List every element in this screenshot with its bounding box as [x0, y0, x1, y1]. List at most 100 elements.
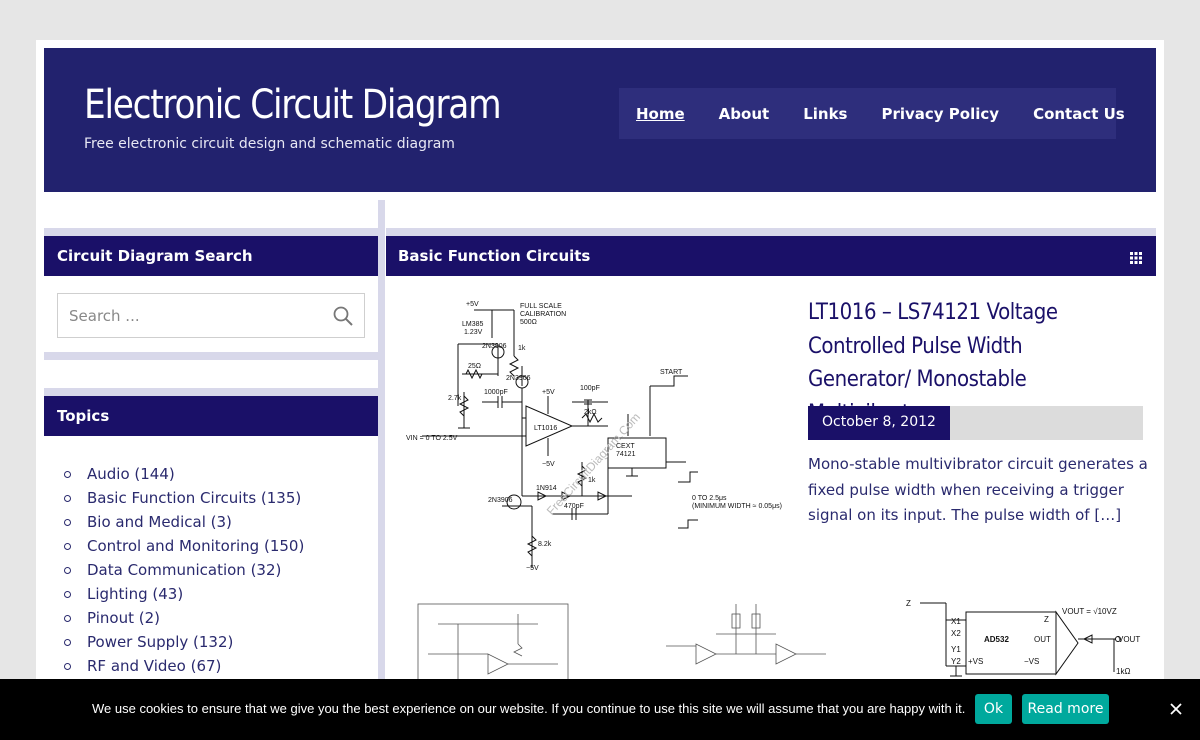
bullet-icon	[64, 590, 71, 598]
cookie-banner: We use cookies to ensure that we give yo…	[0, 679, 1200, 740]
post-thumbnail[interactable]: +5V LM385 1.23V FULL SCALE CALIBRATION 5…	[402, 296, 786, 574]
topic-item[interactable]: Data Communication (32)	[64, 558, 304, 582]
topic-link[interactable]: Basic Function Circuits (135)	[87, 489, 301, 507]
schematic-label: 2N3906	[506, 375, 531, 382]
schematic-label: 2.7k	[448, 395, 462, 402]
schematic-label: +VS	[968, 657, 983, 666]
topic-link[interactable]: Control and Monitoring (150)	[87, 537, 304, 555]
schematic-label: 2kΩ	[584, 409, 597, 416]
schematic-label: 2N3906	[482, 343, 507, 350]
topic-item[interactable]: Lighting (43)	[64, 582, 304, 606]
bullet-icon	[64, 638, 71, 646]
bullet-icon	[64, 566, 71, 574]
schematic-label: Z	[906, 599, 911, 608]
search-input[interactable]	[58, 294, 313, 337]
schematic-label: FULL SCALE	[520, 303, 562, 310]
schematic-label: X2	[951, 629, 961, 638]
section-title-text: Basic Function Circuits	[398, 247, 591, 265]
search-icon[interactable]	[332, 305, 354, 327]
nav-item-about[interactable]: About	[719, 105, 770, 123]
schematic-label: (MINIMUM WIDTH ≈ 0.05μs)	[692, 503, 782, 510]
topic-link[interactable]: Lighting (43)	[87, 585, 183, 603]
bullet-icon	[64, 662, 71, 670]
schematic-label: +5V	[542, 389, 555, 396]
schematic-label: −5V	[526, 565, 539, 572]
topic-item[interactable]: Audio (144)	[64, 462, 304, 486]
schematic-label: Y2	[951, 657, 961, 666]
schematic-label: 74121	[616, 451, 636, 458]
search-widget-title: Circuit Diagram Search	[44, 236, 378, 276]
bullet-icon	[64, 614, 71, 622]
grid-view-icon[interactable]	[1130, 250, 1142, 268]
topics-widget-title: Topics	[44, 396, 378, 436]
topic-link[interactable]: Power Supply (132)	[87, 633, 233, 651]
schematic-label: 100pF	[580, 385, 600, 392]
topic-item[interactable]: Control and Monitoring (150)	[64, 534, 304, 558]
bullet-icon	[64, 494, 71, 502]
schematic-label: 470pF	[564, 503, 584, 510]
schematic-label: CALIBRATION	[520, 311, 566, 318]
topic-item[interactable]: Power Supply (132)	[64, 630, 304, 654]
schematic-label: 1N914	[536, 485, 557, 492]
schematic-label: Z	[1044, 615, 1049, 624]
schematic-label: +5V	[466, 301, 479, 308]
schematic-label: AD532	[984, 635, 1009, 644]
schematic-label: −VS	[1024, 657, 1039, 666]
cookie-ok-button[interactable]: Ok	[975, 694, 1012, 724]
bullet-icon	[64, 542, 71, 550]
post-date[interactable]: October 8, 2012	[808, 406, 950, 440]
schematic-label: OUT	[1034, 635, 1051, 644]
topic-item[interactable]: Pinout (2)	[64, 606, 304, 630]
schematic-label: VOUT	[1118, 635, 1140, 644]
schematic-label: 1.23V	[464, 329, 483, 336]
post-excerpt: Mono-stable multivibrator circuit genera…	[808, 455, 1148, 524]
widget-separator	[44, 388, 378, 396]
schematic-label: Y1	[951, 645, 961, 654]
topic-link[interactable]: Pinout (2)	[87, 609, 160, 627]
cookie-message: We use cookies to ensure that we give yo…	[92, 701, 966, 716]
topic-item[interactable]: Bio and Medical (3)	[64, 510, 304, 534]
widget-separator	[44, 352, 378, 360]
nav-item-privacy-policy[interactable]: Privacy Policy	[881, 105, 999, 123]
main-content: Basic Function Circuits +5V LM385 1.23V …	[386, 200, 1156, 740]
topic-item[interactable]: RF and Video (67)	[64, 654, 304, 678]
site-header: Electronic Circuit Diagram Free electron…	[44, 48, 1156, 192]
search-form	[57, 293, 365, 338]
schematic-label: 25Ω	[468, 363, 481, 370]
schematic-label: VOUT = √10VZ	[1062, 607, 1117, 616]
schematic-label: START	[660, 369, 683, 376]
topic-link[interactable]: Bio and Medical (3)	[87, 513, 232, 531]
schematic-label: VIN = 0 TO 2.5V	[406, 435, 458, 442]
topic-item[interactable]: Basic Function Circuits (135)	[64, 486, 304, 510]
section-title: Basic Function Circuits	[386, 236, 1156, 276]
topic-link[interactable]: Audio (144)	[87, 465, 175, 483]
close-icon[interactable]	[1168, 701, 1184, 717]
schematic-label: 500Ω	[520, 319, 537, 326]
main-nav: Home About Links Privacy Policy Contact …	[619, 88, 1125, 139]
column-divider	[378, 200, 385, 740]
schematic-label: 1kΩ	[1116, 667, 1130, 676]
schematic-label: 0 TO 2.5μs	[692, 495, 727, 502]
schematic-label: 2N3906	[488, 497, 513, 504]
nav-item-links[interactable]: Links	[803, 105, 847, 123]
schematic-label: −5V	[542, 461, 555, 468]
post-meta: October 8, 2012	[808, 406, 1143, 440]
cookie-read-more-button[interactable]: Read more	[1022, 694, 1109, 724]
nav-item-home[interactable]: Home	[636, 105, 685, 123]
topics-list: Audio (144) Basic Function Circuits (135…	[64, 462, 304, 678]
schematic-label: LM385	[462, 321, 484, 328]
schematic-label: 1000pF	[484, 389, 508, 396]
schematic-label: 1k	[518, 345, 526, 352]
page-wrapper: Electronic Circuit Diagram Free electron…	[36, 40, 1164, 740]
schematic-label: 8.2k	[538, 541, 552, 548]
bullet-icon	[64, 470, 71, 478]
section-separator	[386, 228, 1156, 236]
site-description: Free electronic circuit design and schem…	[84, 136, 455, 152]
topic-link[interactable]: Data Communication (32)	[87, 561, 281, 579]
bullet-icon	[64, 518, 71, 526]
topic-link[interactable]: RF and Video (67)	[87, 657, 221, 675]
widget-separator	[44, 228, 378, 236]
site-title[interactable]: Electronic Circuit Diagram	[84, 82, 502, 128]
sidebar: Circuit Diagram Search Topics Audio (144…	[44, 200, 378, 740]
nav-item-contact-us[interactable]: Contact Us	[1033, 105, 1125, 123]
